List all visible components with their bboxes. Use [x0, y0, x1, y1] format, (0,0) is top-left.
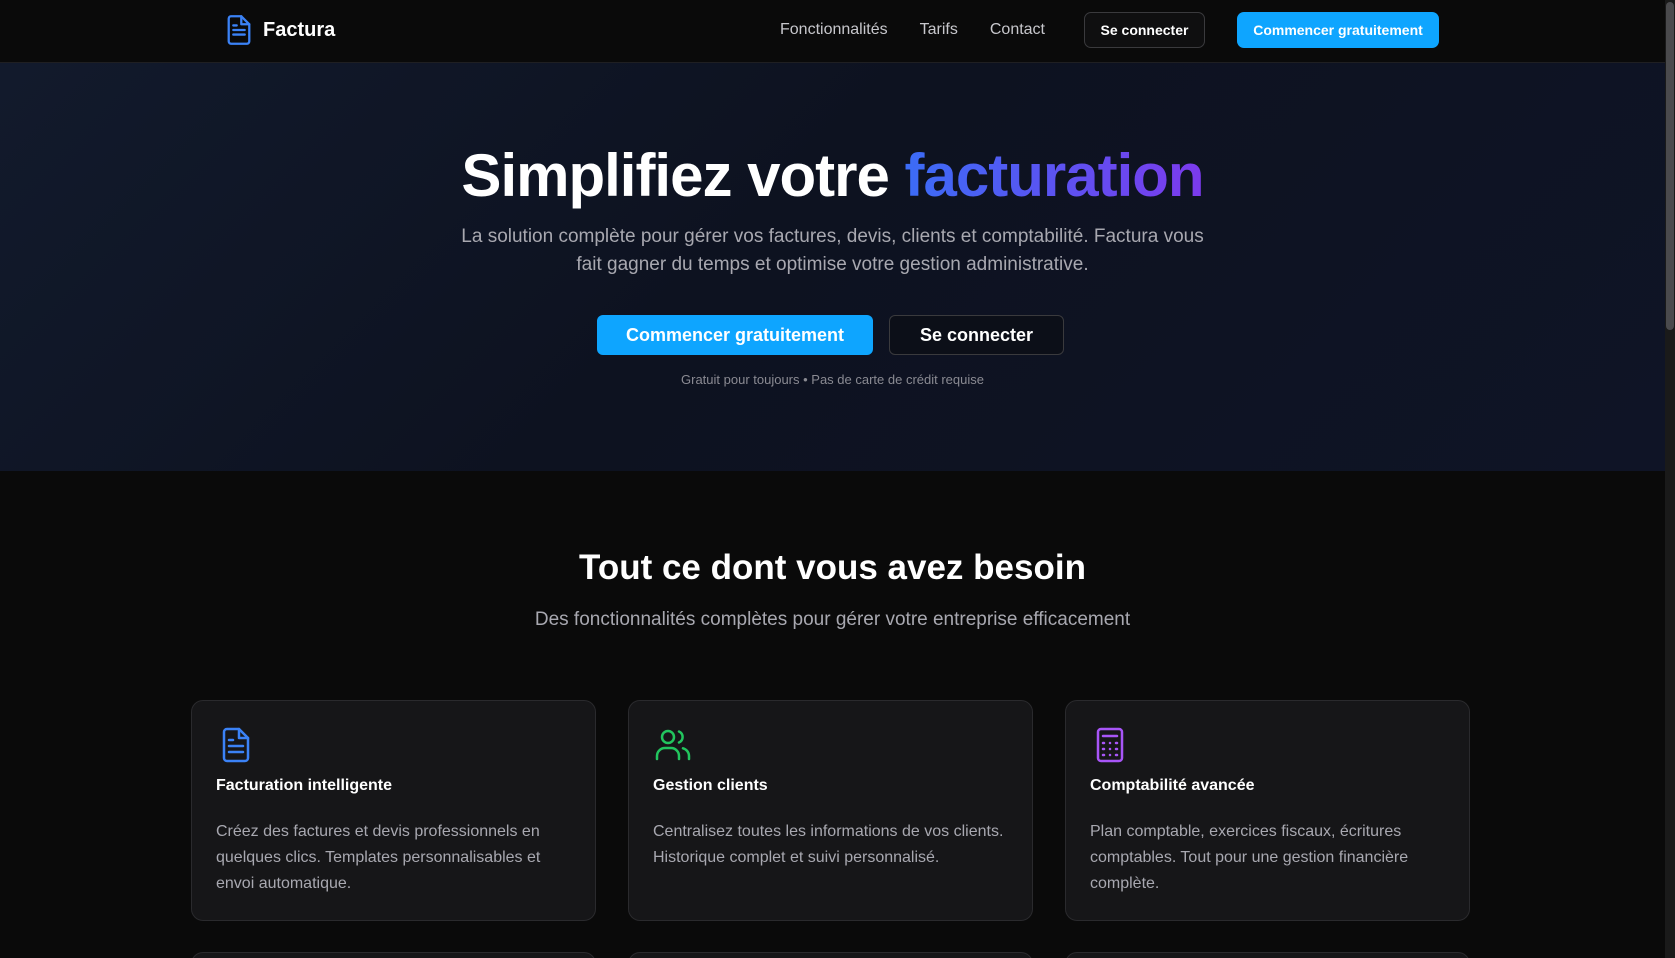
- scrollbar-thumb[interactable]: [1666, 2, 1674, 330]
- calculator-icon: [1090, 725, 1130, 765]
- nav-link-tarifs[interactable]: Tarifs: [920, 21, 958, 39]
- feature-card-description: Plan comptable, exercices fiscaux, écrit…: [1090, 823, 1409, 892]
- hero-title: Simplifiez votre facturation: [0, 141, 1665, 210]
- header-login-button[interactable]: Se connecter: [1084, 12, 1205, 48]
- feature-card-row2-2: [628, 952, 1033, 958]
- feature-card-description: Créez des factures et devis professionne…: [216, 823, 541, 892]
- document-icon: [225, 14, 253, 46]
- page: Factura Fonctionnalités Tarifs Contact S…: [0, 0, 1675, 958]
- page-scrollbar[interactable]: [1665, 0, 1675, 958]
- feature-card-title: Facturation intelligente: [216, 777, 393, 794]
- feature-card-clients: Gestion clients Centralisez toutes les i…: [628, 700, 1033, 921]
- nav-link-contact[interactable]: Contact: [990, 21, 1045, 39]
- document-icon: [216, 725, 256, 765]
- brand-logo[interactable]: Factura: [225, 14, 335, 46]
- feature-card-title: Comptabilité avancée: [1090, 777, 1255, 794]
- nav-link-fonctionnalites[interactable]: Fonctionnalités: [780, 21, 888, 39]
- hero-title-accent: facturation: [904, 142, 1205, 209]
- main-nav: Fonctionnalités Tarifs Contact: [780, 0, 1045, 60]
- feature-card-row2-3: [1065, 952, 1470, 958]
- feature-card-comptabilite: Comptabilité avancée Plan comptable, exe…: [1065, 700, 1470, 921]
- feature-card-description: Centralisez toutes les informations de v…: [653, 823, 1004, 866]
- hero-login-button[interactable]: Se connecter: [889, 315, 1064, 355]
- hero-subtitle: La solution complète pour gérer vos fact…: [461, 226, 1204, 275]
- brand-name: Factura: [263, 18, 336, 41]
- hero-signup-button[interactable]: Commencer gratuitement: [597, 315, 873, 355]
- features-subtitle: Des fonctionnalités complètes pour gérer…: [534, 609, 1131, 630]
- feature-card-facturation: Facturation intelligente Créez des factu…: [191, 700, 596, 921]
- users-icon: [653, 725, 693, 765]
- hero-title-main: Simplifiez votre: [461, 142, 889, 209]
- feature-card-row2-1: [191, 952, 596, 958]
- features-title: Tout ce dont vous avez besoin: [579, 548, 1086, 587]
- hero-section: Simplifiez votre facturation La solution…: [0, 63, 1665, 471]
- hero-note: Gratuit pour toujours • Pas de carte de …: [681, 372, 984, 387]
- top-navbar: Factura Fonctionnalités Tarifs Contact S…: [0, 0, 1665, 63]
- header-signup-button[interactable]: Commencer gratuitement: [1237, 12, 1439, 48]
- feature-card-title: Gestion clients: [653, 777, 768, 794]
